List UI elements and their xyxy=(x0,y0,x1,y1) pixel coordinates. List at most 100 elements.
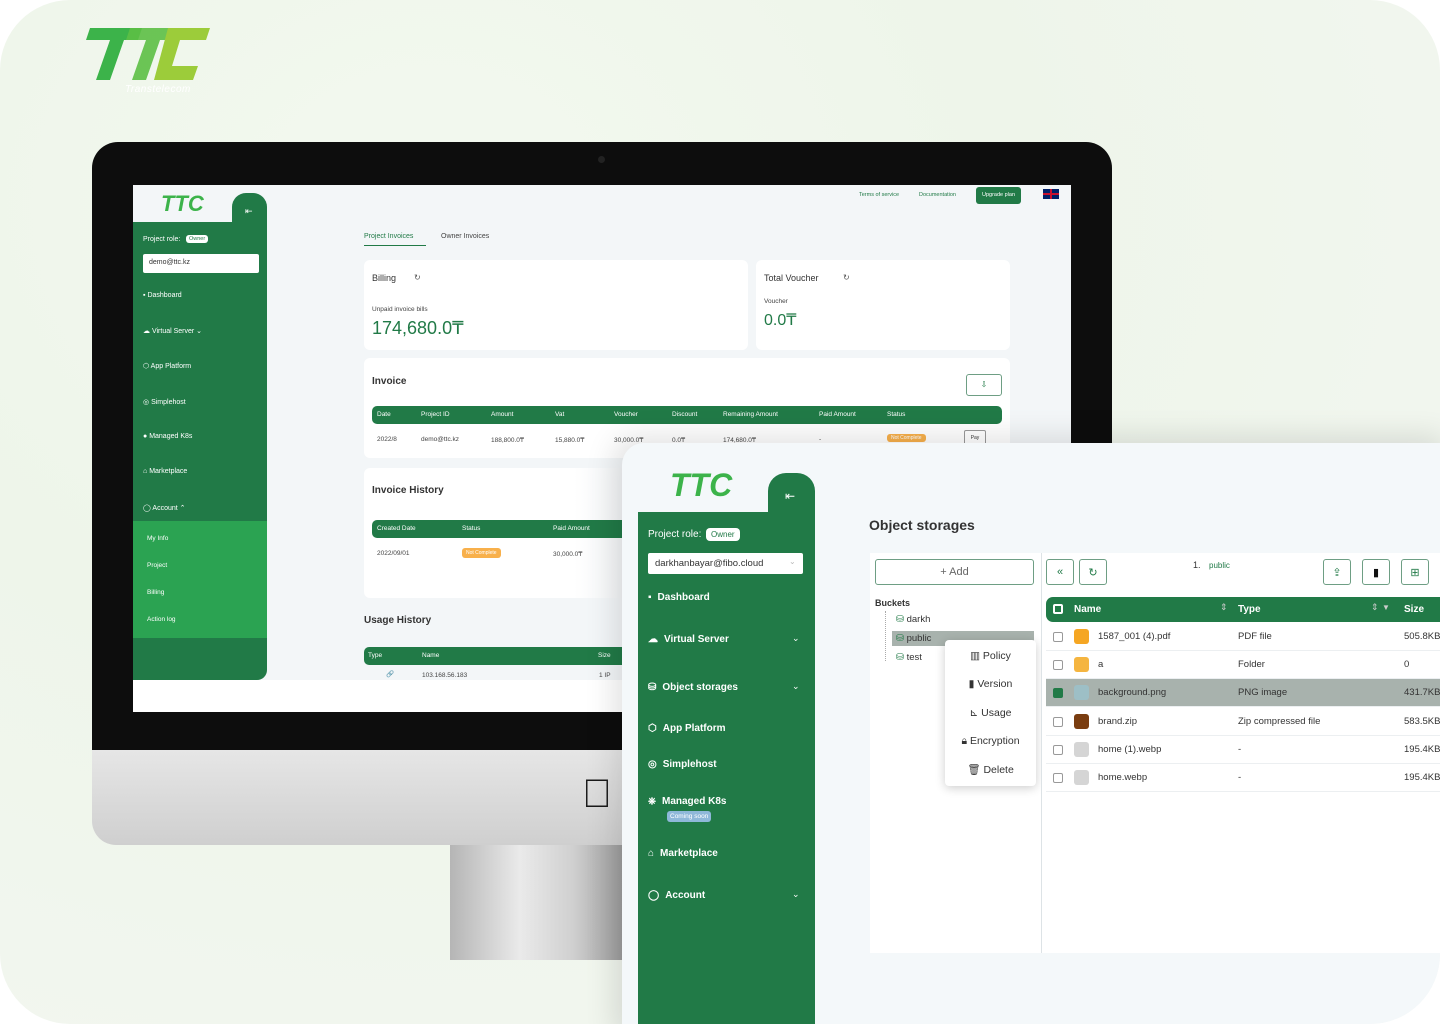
sidebar-logo: TTC xyxy=(161,191,204,216)
nav-billing[interactable]: Billing xyxy=(147,589,164,596)
nav-account[interactable]: ◯ Account ⌃ xyxy=(143,504,186,512)
sort-icon[interactable]: ⇕ xyxy=(1220,602,1228,613)
nav-app-platform[interactable]: ⬡ App Platform xyxy=(648,723,726,734)
link-icon: 🔗 xyxy=(386,671,395,678)
nav-simplehost[interactable]: ◎ Simplehost xyxy=(143,398,186,406)
select-all-checkbox[interactable] xyxy=(1053,604,1063,614)
refresh-icon[interactable]: ↻ xyxy=(843,273,850,282)
camera xyxy=(598,156,605,163)
chevron-down-icon[interactable]: ⌄ xyxy=(792,633,800,644)
nav-my-info[interactable]: My Info xyxy=(147,535,168,542)
file-name[interactable]: brand.zip xyxy=(1098,716,1137,727)
usage-history-title: Usage History xyxy=(364,615,432,626)
row-checkbox[interactable] xyxy=(1053,773,1063,783)
file-row[interactable]: background.png PNG image 431.7KB xyxy=(1046,679,1440,708)
file-row[interactable]: a Folder 0 xyxy=(1046,651,1440,680)
nav-app-platform[interactable]: ⬡ App Platform xyxy=(143,362,191,370)
nav-simplehost[interactable]: ◎ Simplehost xyxy=(648,759,717,770)
sort-icon[interactable]: ⇕ xyxy=(1371,602,1379,613)
uk-flag-icon[interactable] xyxy=(1043,189,1059,199)
path-bucket-link[interactable]: public xyxy=(1209,561,1230,570)
file-name[interactable]: home (1).webp xyxy=(1098,744,1161,755)
path-index: 1. xyxy=(1193,560,1201,570)
nav-dashboard[interactable]: ▪ Dashboard xyxy=(648,592,710,603)
file-name[interactable]: home.webp xyxy=(1098,772,1147,783)
bucket-public[interactable]: ⛁ public xyxy=(896,633,931,644)
menu-encryption[interactable]: 🔒︎ Encryption xyxy=(945,735,1036,748)
row-checkbox[interactable] xyxy=(1053,744,1063,755)
row-checkbox[interactable] xyxy=(1053,688,1063,699)
refresh-button[interactable]: ↻ xyxy=(1079,559,1107,585)
account-value: demo@ttc.kz xyxy=(149,259,190,266)
upgrade-plan-button[interactable]: Upgrade plan xyxy=(976,187,1022,204)
file-size: 195.4KB xyxy=(1404,772,1440,783)
row-checkbox[interactable] xyxy=(1053,660,1063,671)
add-bucket-button[interactable]: + Add xyxy=(875,559,1034,585)
file-type: PNG image xyxy=(1238,687,1288,699)
file-row[interactable]: home (1).webp - 195.4KB xyxy=(1046,735,1440,764)
chevron-down-icon[interactable]: ⌄ xyxy=(792,681,800,692)
user-icon: ◯ xyxy=(648,890,660,901)
account-select[interactable]: darkhanbayar@fibo.cloud ⌄ xyxy=(648,553,803,574)
nav-account[interactable]: ◯ Account xyxy=(648,890,705,901)
file-size: 195.4KB xyxy=(1404,743,1440,755)
upload-button[interactable]: ⇪ xyxy=(1323,559,1351,585)
account-select[interactable]: demo@ttc.kz xyxy=(143,254,259,273)
download-button[interactable]: ⇩ xyxy=(966,374,1002,396)
nav-action-log[interactable]: Action log xyxy=(147,616,176,623)
copy-button[interactable]: ▮ xyxy=(1362,559,1390,585)
menu-policy[interactable]: ▥ Policy xyxy=(945,650,1036,662)
tab-owner-invoices[interactable]: Owner Invoices xyxy=(441,233,489,240)
row-checkbox[interactable] xyxy=(1053,632,1063,642)
nav-dashboard[interactable]: ▪ Dashboard xyxy=(143,292,182,299)
column-name[interactable]: Name xyxy=(1074,604,1101,615)
bucket-test[interactable]: ⛁ test xyxy=(896,652,922,663)
file-name[interactable]: 1587_001 (4).pdf xyxy=(1098,631,1170,642)
invoice-column-header: Voucher xyxy=(614,411,638,418)
row-checkbox[interactable] xyxy=(1053,716,1063,727)
ttc-logo xyxy=(86,28,210,80)
sidebar-logo: TTC xyxy=(670,467,733,503)
invoice-history-card: Invoice History Created Date Status Paid… xyxy=(364,468,672,598)
invoice-cell: demo@ttc.kz xyxy=(421,436,460,443)
filter-icon[interactable]: ▼ xyxy=(1382,603,1390,612)
buckets-label: Buckets xyxy=(875,598,911,608)
menu-usage[interactable]: ⊾ Usage xyxy=(945,707,1036,719)
page-title: Object storages xyxy=(869,517,975,533)
collapse-icon[interactable]: ⇤ xyxy=(785,489,795,503)
column-size[interactable]: Size xyxy=(1404,604,1424,615)
new-folder-button[interactable]: ⊞ xyxy=(1401,559,1429,585)
billing-card: Billing ↻ Unpaid invoice bills 174,680.0… xyxy=(364,260,748,350)
nav-managed-k8s[interactable]: ● Managed K8s xyxy=(143,433,192,440)
status-badge: Not Complete xyxy=(887,434,926,442)
tab-project-invoices[interactable]: Project Invoices xyxy=(364,233,413,240)
nav-virtual-server[interactable]: ☁ Virtual Server ⌄ xyxy=(143,327,202,335)
nav-marketplace[interactable]: ⌂ Marketplace xyxy=(143,468,187,475)
refresh-icon[interactable]: ↻ xyxy=(414,273,421,282)
documentation-link[interactable]: Documentation xyxy=(919,192,956,198)
back-button[interactable]: « xyxy=(1046,559,1074,585)
image-icon xyxy=(1074,685,1089,701)
nav-project[interactable]: Project xyxy=(147,562,167,569)
menu-version[interactable]: ▮ Version xyxy=(945,678,1036,690)
file-name[interactable]: a xyxy=(1098,659,1103,670)
nav-managed-k8s[interactable]: ⎈ Managed K8s xyxy=(648,796,726,807)
file-row[interactable]: 1587_001 (4).pdf PDF file 505.8KB xyxy=(1046,623,1440,651)
file-name[interactable]: background.png xyxy=(1098,687,1166,698)
invoice-column-header: Date xyxy=(377,411,391,418)
files-table-header: Name ⇕ Type ⇕ ▼ Size xyxy=(1046,597,1440,622)
file-row[interactable]: brand.zip Zip compressed file 583.5KB xyxy=(1046,707,1440,736)
chevron-down-icon[interactable]: ⌄ xyxy=(792,889,800,900)
collapse-icon[interactable]: ⇤ xyxy=(245,206,253,217)
terms-link[interactable]: Terms of service xyxy=(859,192,899,198)
nav-object-storages[interactable]: ⛁ Object storages xyxy=(648,682,738,693)
column-type[interactable]: Type xyxy=(1238,604,1261,615)
invoice-cell: - xyxy=(819,436,822,443)
file-type: - xyxy=(1238,743,1242,755)
bucket-darkh[interactable]: ⛁ darkh xyxy=(896,614,930,625)
invoice-column-header: Discount xyxy=(672,411,698,418)
file-row[interactable]: home.webp - 195.4KB xyxy=(1046,764,1440,792)
menu-delete[interactable]: 🗑︎ Delete xyxy=(945,763,1036,776)
nav-marketplace[interactable]: ⌂ Marketplace xyxy=(648,848,718,859)
nav-virtual-server[interactable]: ☁ Virtual Server xyxy=(648,634,729,645)
